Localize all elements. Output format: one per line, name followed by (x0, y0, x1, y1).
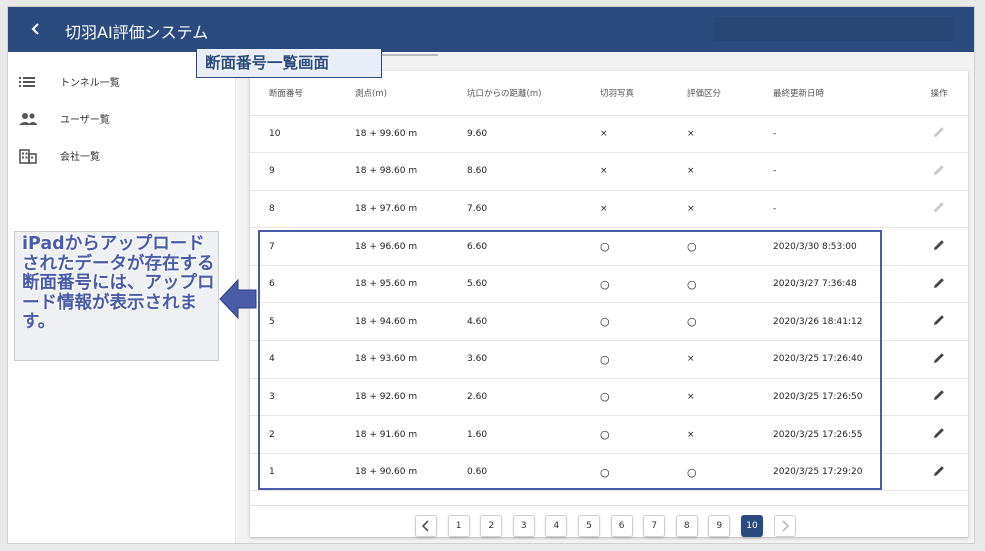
column-header[interactable]: 評価区分 (687, 71, 773, 116)
cell-action (910, 378, 968, 417)
cell-action (910, 227, 968, 266)
page-button-10[interactable]: 10 (741, 515, 763, 537)
edit-button[interactable] (932, 465, 946, 481)
cell-updated-at: - (773, 152, 910, 191)
chevron-right-icon (782, 520, 789, 532)
edit-button (932, 165, 946, 180)
cell-section-no: 10 (250, 115, 355, 154)
column-header: 操作 (910, 71, 968, 116)
annotation-arrow-icon (219, 278, 257, 320)
next-page-button[interactable] (773, 515, 796, 537)
pencil-icon (934, 165, 944, 175)
cell-action (910, 265, 968, 304)
annotation-highlight-frame (258, 230, 882, 490)
cell-action (910, 190, 968, 229)
cell-section-no: 8 (250, 190, 355, 229)
topbar-blank-area (714, 17, 954, 41)
cell-distance: 7.60 (467, 190, 600, 229)
cell-eval-status: × (687, 152, 773, 191)
cell-action (910, 415, 968, 454)
edit-button[interactable] (932, 428, 946, 443)
edit-button[interactable] (932, 315, 946, 330)
pencil-icon (934, 277, 944, 288)
tab-indicator (382, 54, 438, 56)
cell-eval-status: × (687, 115, 773, 154)
cross-mark: × (687, 128, 695, 139)
cell-updated-at: - (773, 115, 910, 154)
column-header[interactable]: 坑口からの距離(m) (467, 71, 600, 116)
cell-action (910, 152, 968, 191)
column-header[interactable]: 切羽写真 (600, 71, 687, 116)
cell-action (910, 115, 968, 154)
pencil-icon (934, 127, 944, 138)
pencil-icon (934, 390, 944, 401)
cell-photo-status: × (600, 115, 687, 154)
edit-button (932, 127, 946, 142)
page-button-6[interactable]: 6 (610, 515, 633, 537)
chevron-left-icon (421, 520, 429, 532)
sidebar-item-companies[interactable]: 会社一覧 (8, 138, 236, 174)
sidebar-item-label: トンネル一覧 (60, 78, 120, 89)
cell-distance: 8.60 (467, 152, 600, 191)
cell-station: 18 + 98.60 m (355, 152, 467, 191)
cell-action (910, 302, 968, 342)
pencil-icon (934, 315, 944, 326)
top-app-bar: 切羽AI評価システム (8, 7, 974, 52)
sidebar-item-label: 会社一覧 (60, 152, 100, 163)
edit-button[interactable] (932, 353, 946, 368)
table-row[interactable]: 9 18 + 98.60 m 8.60 × × - (250, 152, 968, 191)
page-button-7[interactable]: 7 (643, 515, 666, 537)
cell-photo-status: × (600, 152, 687, 191)
sidebar-item-label: ユーザー覧 (60, 115, 110, 126)
cross-mark: × (600, 203, 608, 214)
prev-page-button[interactable] (415, 515, 437, 537)
page-button-4[interactable]: 4 (545, 515, 568, 537)
page-button-2[interactable]: 2 (480, 515, 503, 537)
sidebar-item-users[interactable]: ユーザー覧 (8, 101, 236, 137)
edit-button[interactable] (932, 277, 946, 293)
app-title: 切羽AI評価システム (65, 23, 209, 42)
list-icon (19, 77, 35, 87)
cross-mark: × (600, 166, 608, 177)
screen-name-label: 断面番号一覧画面 (196, 48, 382, 78)
edit-button[interactable] (932, 240, 946, 255)
page-button-8[interactable]: 8 (675, 515, 698, 537)
cell-updated-at: - (773, 190, 910, 229)
page-button-5[interactable]: 5 (578, 515, 600, 537)
page-button-9[interactable]: 9 (708, 515, 731, 537)
cell-distance: 9.60 (467, 115, 600, 154)
cell-section-no: 9 (250, 152, 355, 191)
page-button-3[interactable]: 3 (512, 515, 535, 537)
annotation-note-text: iPadからアップロードされたデータが存在する断面番号には、アップロード情報が表… (22, 234, 215, 332)
pencil-icon (934, 240, 944, 251)
cross-mark: × (687, 166, 695, 177)
pencil-icon (934, 465, 944, 476)
cell-eval-status: × (687, 190, 773, 229)
column-header[interactable]: 最終更新日時 (773, 71, 910, 116)
cell-station: 18 + 99.60 m (355, 115, 467, 154)
pagination: 1 2 3 4 5 6 7 8 9 10 (250, 505, 968, 537)
building-icon (19, 149, 37, 164)
chevron-left-icon (31, 23, 39, 35)
annotation-note: iPadからアップロードされたデータが存在する断面番号には、アップロード情報が表… (14, 231, 219, 361)
cross-mark: × (687, 203, 695, 214)
table-row[interactable]: 8 18 + 97.60 m 7.60 × × - (250, 190, 968, 229)
cross-mark: × (600, 128, 608, 139)
table-row[interactable]: 10 18 + 99.60 m 9.60 × × - (250, 115, 968, 154)
cell-action (910, 340, 968, 379)
page-button-1[interactable]: 1 (447, 515, 470, 537)
cell-action (910, 453, 968, 492)
cell-photo-status: × (600, 190, 687, 229)
people-icon (19, 113, 37, 125)
edit-button (932, 202, 946, 217)
pencil-icon (934, 202, 944, 213)
cell-station: 18 + 97.60 m (355, 190, 467, 229)
pencil-icon (934, 428, 944, 439)
pencil-icon (934, 353, 944, 363)
edit-button[interactable] (932, 390, 946, 405)
back-button[interactable] (24, 17, 48, 41)
